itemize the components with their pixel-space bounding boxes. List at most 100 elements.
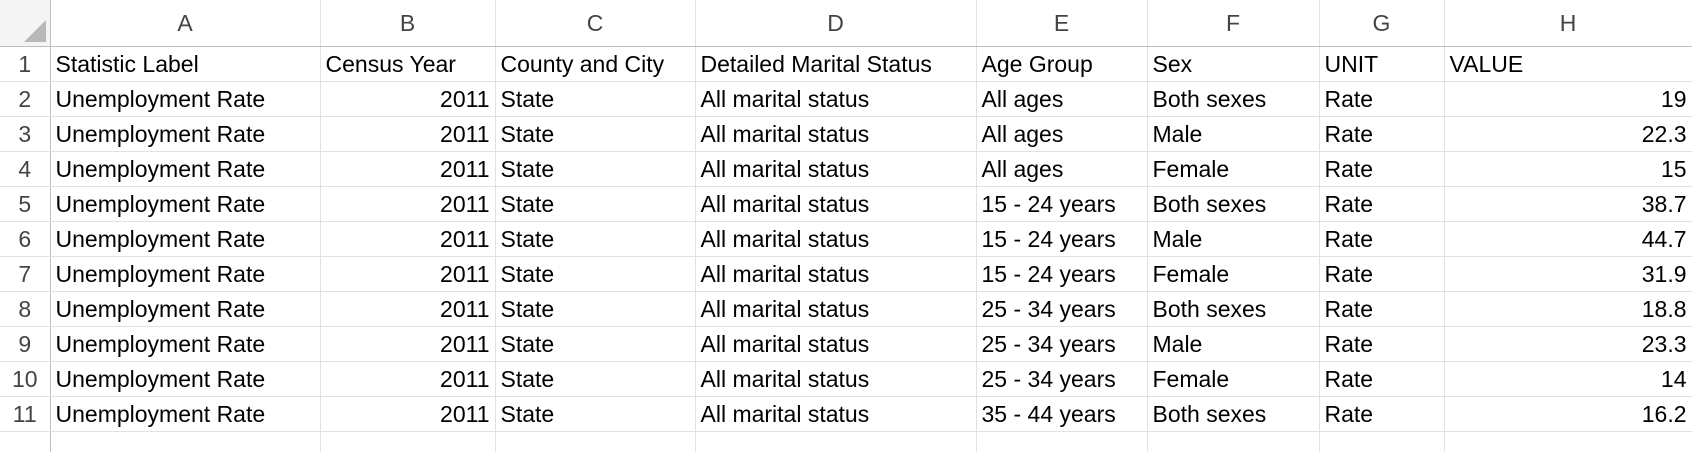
cell[interactable]: 15 - 24 years (976, 221, 1148, 257)
cell[interactable]: 35 - 44 years (976, 396, 1148, 432)
cell[interactable]: Unemployment Rate (50, 361, 321, 397)
cell[interactable]: 25 - 34 years (976, 291, 1148, 327)
cell[interactable]: State (495, 291, 696, 327)
cell[interactable]: Unemployment Rate (50, 396, 321, 432)
column-header-g[interactable]: G (1319, 0, 1445, 47)
column-header-f[interactable]: F (1147, 0, 1320, 47)
select-all-corner[interactable] (0, 0, 51, 47)
cell[interactable]: Rate (1319, 81, 1445, 117)
cell[interactable]: 2011 (320, 361, 496, 397)
cell[interactable]: Unemployment Rate (50, 151, 321, 187)
cell[interactable]: Rate (1319, 256, 1445, 292)
cell[interactable]: All marital status (695, 151, 977, 187)
cell[interactable]: 23.3 (1444, 326, 1692, 362)
cell[interactable]: Female (1147, 151, 1320, 187)
cell[interactable]: All marital status (695, 186, 977, 222)
cell[interactable]: All ages (976, 151, 1148, 187)
row-header[interactable]: 5 (0, 186, 51, 222)
column-header-a[interactable]: A (50, 0, 321, 47)
cell[interactable]: Rate (1319, 221, 1445, 257)
cell[interactable]: Rate (1319, 291, 1445, 327)
cell[interactable] (50, 431, 321, 452)
cell[interactable] (695, 431, 977, 452)
cell[interactable]: All marital status (695, 116, 977, 152)
cell[interactable]: All marital status (695, 81, 977, 117)
cell[interactable]: Unemployment Rate (50, 256, 321, 292)
cell[interactable]: 25 - 34 years (976, 361, 1148, 397)
cell[interactable]: Male (1147, 326, 1320, 362)
cell[interactable]: Both sexes (1147, 396, 1320, 432)
column-header-b[interactable]: B (320, 0, 496, 47)
cell[interactable]: 14 (1444, 361, 1692, 397)
cell[interactable]: All marital status (695, 361, 977, 397)
cell[interactable]: All marital status (695, 221, 977, 257)
cell[interactable]: 38.7 (1444, 186, 1692, 222)
cell[interactable]: Unemployment Rate (50, 326, 321, 362)
cell[interactable]: 44.7 (1444, 221, 1692, 257)
cell[interactable]: State (495, 221, 696, 257)
cell[interactable]: 2011 (320, 396, 496, 432)
cell[interactable]: State (495, 81, 696, 117)
cell[interactable]: State (495, 151, 696, 187)
cell[interactable] (1319, 431, 1445, 452)
column-title-cell[interactable]: Sex (1147, 46, 1320, 82)
column-header-h[interactable]: H (1444, 0, 1692, 47)
cell[interactable]: All marital status (695, 396, 977, 432)
row-header[interactable]: 8 (0, 291, 51, 327)
cell[interactable]: Rate (1319, 186, 1445, 222)
column-header-e[interactable]: E (976, 0, 1148, 47)
cell[interactable]: Female (1147, 256, 1320, 292)
cell[interactable]: Rate (1319, 326, 1445, 362)
cell[interactable]: 2011 (320, 326, 496, 362)
cell[interactable]: 25 - 34 years (976, 326, 1148, 362)
cell[interactable]: 2011 (320, 151, 496, 187)
cell[interactable]: 15 (1444, 151, 1692, 187)
column-title-cell[interactable]: Age Group (976, 46, 1148, 82)
cell[interactable]: 22.3 (1444, 116, 1692, 152)
cell[interactable] (495, 431, 696, 452)
cell[interactable]: State (495, 396, 696, 432)
cell[interactable]: Unemployment Rate (50, 221, 321, 257)
row-header[interactable]: 11 (0, 396, 51, 432)
row-header[interactable]: 3 (0, 116, 51, 152)
row-header[interactable]: 4 (0, 151, 51, 187)
cell[interactable]: Rate (1319, 361, 1445, 397)
cell[interactable]: Unemployment Rate (50, 81, 321, 117)
cell[interactable]: State (495, 361, 696, 397)
column-title-cell[interactable]: Census Year (320, 46, 496, 82)
cell[interactable]: State (495, 326, 696, 362)
cell[interactable]: 2011 (320, 291, 496, 327)
column-title-cell[interactable]: VALUE (1444, 46, 1692, 82)
cell[interactable]: State (495, 116, 696, 152)
cell[interactable]: All marital status (695, 326, 977, 362)
cell[interactable]: Female (1147, 361, 1320, 397)
cell[interactable]: All marital status (695, 291, 977, 327)
cell[interactable]: Male (1147, 116, 1320, 152)
column-title-cell[interactable]: County and City (495, 46, 696, 82)
cell[interactable]: All marital status (695, 256, 977, 292)
column-title-cell[interactable]: UNIT (1319, 46, 1445, 82)
column-header-d[interactable]: D (695, 0, 977, 47)
cell[interactable]: 2011 (320, 221, 496, 257)
cell[interactable]: Unemployment Rate (50, 116, 321, 152)
cell[interactable] (976, 431, 1148, 452)
cell[interactable]: Both sexes (1147, 186, 1320, 222)
cell[interactable]: Rate (1319, 396, 1445, 432)
cell[interactable]: 31.9 (1444, 256, 1692, 292)
cell[interactable]: 15 - 24 years (976, 186, 1148, 222)
row-header[interactable]: 6 (0, 221, 51, 257)
cell[interactable]: 18.8 (1444, 291, 1692, 327)
cell[interactable]: State (495, 256, 696, 292)
cell[interactable]: Male (1147, 221, 1320, 257)
cell[interactable]: 2011 (320, 81, 496, 117)
row-header[interactable]: 2 (0, 81, 51, 117)
cell[interactable]: State (495, 186, 696, 222)
cell[interactable]: All ages (976, 81, 1148, 117)
cell[interactable]: 19 (1444, 81, 1692, 117)
cell[interactable]: Both sexes (1147, 81, 1320, 117)
cell[interactable]: Unemployment Rate (50, 291, 321, 327)
column-title-cell[interactable]: Detailed Marital Status (695, 46, 977, 82)
row-header[interactable]: 7 (0, 256, 51, 292)
cell[interactable] (1444, 431, 1692, 452)
cell[interactable]: Both sexes (1147, 291, 1320, 327)
